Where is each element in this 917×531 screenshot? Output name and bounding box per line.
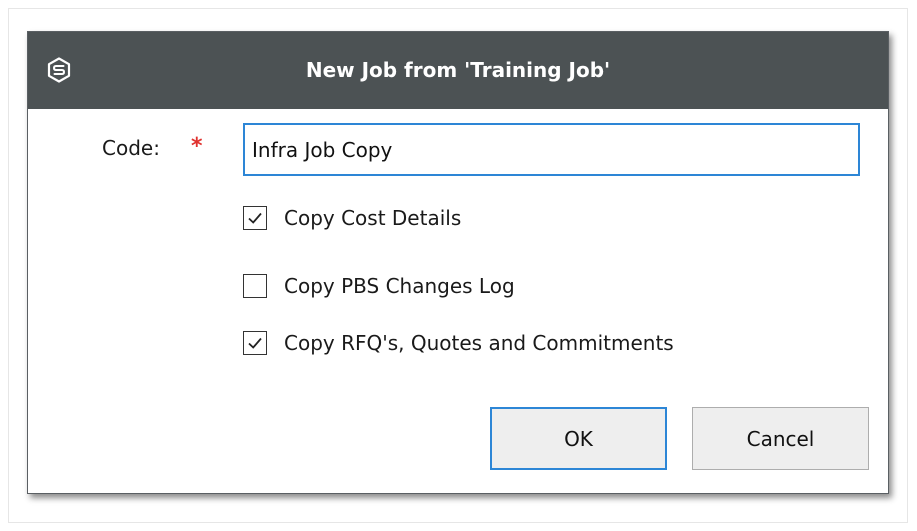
copy-pbs-changes-log-label: Copy PBS Changes Log	[284, 274, 515, 298]
cancel-button[interactable]: Cancel	[692, 407, 869, 470]
copy-cost-details-label: Copy Cost Details	[284, 206, 462, 230]
dialog-titlebar[interactable]: New Job from 'Training Job'	[28, 32, 888, 109]
copy-rfqs-option[interactable]: Copy RFQ's, Quotes and Commitments	[243, 327, 674, 359]
required-asterisk: *	[191, 134, 203, 159]
dialog-title: New Job from 'Training Job'	[305, 58, 611, 82]
copy-cost-details-option[interactable]: Copy Cost Details	[243, 202, 461, 234]
code-input[interactable]	[243, 123, 860, 176]
copy-rfqs-checkbox[interactable]	[243, 331, 267, 355]
copy-rfqs-label: Copy RFQ's, Quotes and Commitments	[284, 331, 674, 355]
new-job-dialog: New Job from 'Training Job' Code: * Copy…	[27, 31, 889, 494]
code-label: Code:	[102, 136, 160, 160]
ok-button[interactable]: OK	[490, 407, 667, 470]
checkmark-icon	[248, 337, 262, 349]
copy-pbs-changes-log-checkbox[interactable]	[243, 274, 267, 298]
copy-pbs-changes-log-option[interactable]: Copy PBS Changes Log	[243, 270, 515, 302]
copy-cost-details-checkbox[interactable]	[243, 206, 267, 230]
checkmark-icon	[248, 212, 262, 224]
